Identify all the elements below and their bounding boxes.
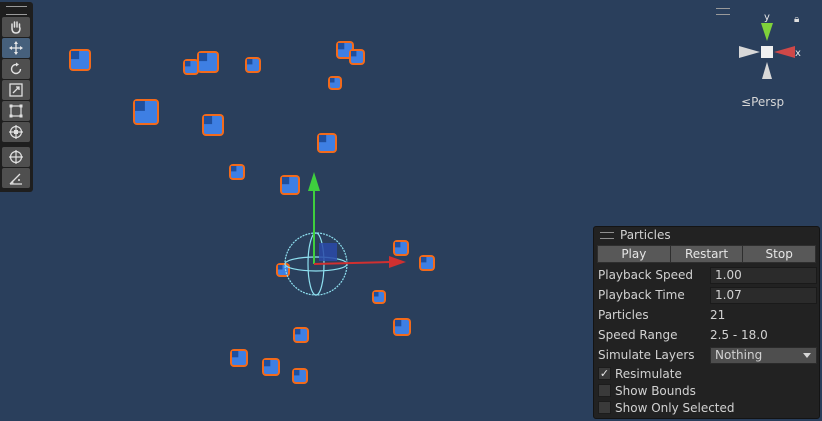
- custom-transform-tool-button[interactable]: [2, 147, 30, 167]
- particle-shade: [264, 360, 271, 367]
- particle-shade: [395, 242, 401, 248]
- particle-editor-tool-button[interactable]: [2, 168, 30, 188]
- orientation-gizmo-grip[interactable]: [716, 8, 730, 15]
- playback-time-label: Playback Time: [598, 288, 685, 302]
- show-only-selected-row: Show Only Selected: [594, 399, 819, 416]
- gizmo-y-label: y: [764, 12, 770, 23]
- resimulate-label: Resimulate: [615, 366, 682, 381]
- tool-palette: [0, 2, 33, 192]
- rotate-tool-button[interactable]: [2, 59, 30, 79]
- transform-icon: [9, 125, 23, 139]
- particle-shade: [135, 101, 145, 111]
- hand-tool-button[interactable]: [2, 17, 30, 37]
- particle-shade: [204, 116, 213, 125]
- gizmo-neg-y-cone[interactable]: [762, 62, 772, 79]
- particle-shade: [294, 370, 300, 376]
- playback-button-row: Play Restart Stop: [597, 245, 817, 263]
- speed-range-value: 2.5 - 18.0: [710, 328, 768, 342]
- particles-count-value: 21: [710, 308, 726, 322]
- show-only-selected-checkbox[interactable]: [598, 401, 611, 414]
- orientation-gizmo[interactable]: y x: [733, 10, 805, 90]
- show-only-selected-label: Show Only Selected: [615, 400, 735, 415]
- rect-icon: [9, 104, 23, 118]
- show-bounds-row: Show Bounds: [594, 382, 819, 399]
- restart-button[interactable]: Restart: [670, 245, 744, 263]
- show-bounds-checkbox[interactable]: [598, 384, 611, 397]
- chevron-down-icon: [803, 352, 811, 358]
- speed-range-label: Speed Range: [598, 328, 678, 342]
- resimulate-row: ✓ Resimulate: [594, 365, 819, 382]
- particle-shade: [185, 61, 191, 67]
- tool-palette-grip[interactable]: [6, 6, 27, 15]
- move-tool-button[interactable]: [2, 38, 30, 58]
- move-icon: [9, 41, 23, 55]
- simulate-layers-dropdown[interactable]: Nothing: [710, 346, 817, 364]
- particle-shade: [282, 177, 290, 185]
- particles-overlay: Particles Play Restart Stop Playback Spe…: [593, 226, 820, 419]
- custom-transform-icon: [9, 150, 23, 164]
- particle-shade: [330, 78, 335, 83]
- playback-time-row: Playback Time 1.07: [594, 285, 819, 305]
- particles-count-row: Particles 21: [594, 305, 819, 325]
- playback-speed-field[interactable]: 1.00: [710, 266, 817, 284]
- particle-shade: [338, 43, 345, 50]
- playback-speed-row: Playback Speed 1.00: [594, 265, 819, 285]
- gizmo-x-label: x: [795, 48, 801, 59]
- simulate-layers-row: Simulate Layers Nothing: [594, 345, 819, 365]
- projection-label: Persp: [751, 95, 785, 109]
- transform-tool-button[interactable]: [2, 122, 30, 142]
- particle-shade: [295, 329, 301, 335]
- scale-tool-button[interactable]: [2, 80, 30, 100]
- gizmo-center-cube[interactable]: [761, 46, 773, 58]
- particle-shade: [395, 320, 402, 327]
- particles-overlay-header[interactable]: Particles: [594, 227, 819, 243]
- particle-shade: [247, 59, 253, 65]
- stop-button[interactable]: Stop: [743, 245, 817, 263]
- rect-tool-button[interactable]: [2, 101, 30, 121]
- playback-speed-label: Playback Speed: [598, 268, 693, 282]
- gizmo-x-cone[interactable]: [774, 46, 795, 58]
- resimulate-checkbox[interactable]: ✓: [598, 367, 611, 380]
- particle-shade: [232, 351, 239, 358]
- particles-count-label: Particles: [598, 308, 649, 322]
- simulate-layers-label: Simulate Layers: [598, 348, 695, 362]
- gizmo-neg-x-cone[interactable]: [739, 46, 760, 58]
- hand-icon: [11, 21, 21, 34]
- particle-shade: [199, 53, 208, 62]
- speed-range-row: Speed Range 2.5 - 18.0: [594, 325, 819, 345]
- particle-shade: [71, 51, 80, 60]
- playback-time-field[interactable]: 1.07: [710, 286, 817, 304]
- particle-shade: [319, 135, 327, 143]
- drag-handle-icon[interactable]: [600, 231, 614, 239]
- projection-icon: ≤: [741, 95, 752, 109]
- particle-shade: [351, 51, 357, 57]
- show-bounds-label: Show Bounds: [615, 383, 696, 398]
- particle-shade: [231, 166, 237, 172]
- particle-shade: [374, 292, 379, 297]
- simulate-layers-value: Nothing: [715, 347, 763, 362]
- rotate-icon: [10, 62, 22, 75]
- gizmo-y-cone[interactable]: [761, 23, 773, 41]
- particle-editor-icon: [9, 173, 22, 185]
- projection-toggle[interactable]: ≤Persp: [741, 95, 784, 109]
- particles-overlay-title: Particles: [620, 228, 671, 242]
- particle-shade: [278, 265, 283, 270]
- particle-shade: [421, 257, 427, 263]
- scale-icon: [9, 83, 23, 97]
- plane-handle-xy[interactable]: [319, 243, 337, 261]
- play-button[interactable]: Play: [597, 245, 671, 263]
